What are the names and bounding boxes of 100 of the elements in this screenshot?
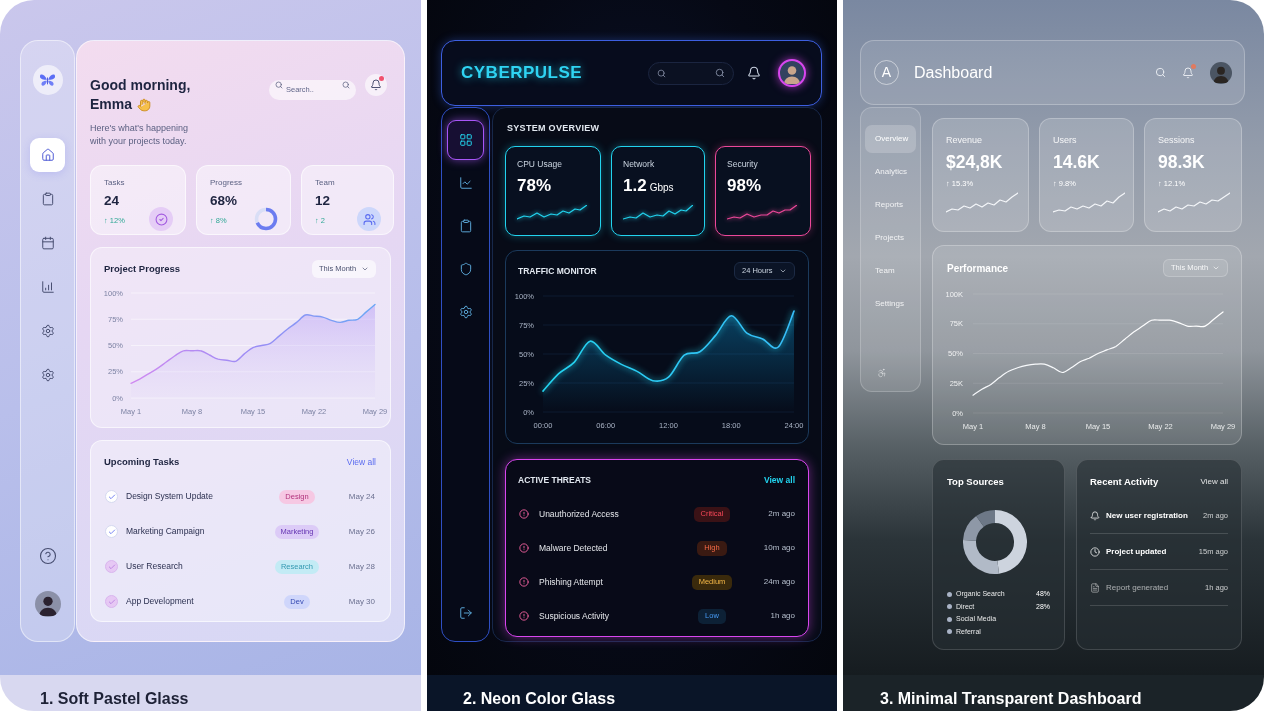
sparkline [1158,192,1230,213]
sparkline [623,205,693,220]
nav-item[interactable]: Overview [865,125,916,153]
check-icon [107,562,116,571]
subtitle: Here's what's happening with your projects today. [90,122,189,148]
greeting-title: Good morning, [90,76,192,95]
shield-icon [458,262,473,276]
activity-text: Report generated [1106,581,1170,594]
view-all-link[interactable]: View all [763,473,795,487]
card-title: Recent Activity [1090,474,1159,489]
task-date: May 26 [347,525,375,538]
stat-value: 68% [210,192,239,210]
task-name: Marketing Campaign [126,525,206,538]
checkbox[interactable] [105,490,118,503]
clipboard-icon [40,192,55,206]
accessibility-icon[interactable] [877,368,887,378]
avatar-icon[interactable] [34,591,61,617]
help-icon[interactable] [38,547,57,565]
page-title: Dashboard [914,62,993,83]
clock-icon [1090,546,1100,557]
alert-icon [519,543,529,553]
line-chart-icon [458,176,473,190]
nav-item[interactable]: Reports [865,191,916,219]
stat-label: Team [315,177,335,189]
check-icon [107,527,116,536]
alert-icon [519,611,529,621]
task-date: May 24 [347,490,375,503]
section-title: SYSTEM OVERVIEW [506,122,601,134]
settings-icon [458,305,473,319]
nav-item[interactable]: Analytics [865,158,916,186]
notification-icon[interactable] [747,66,761,80]
threat-name: Phishing Attempt [539,575,604,589]
threat-name: Suspicious Activity [539,609,610,623]
bell-icon [1182,66,1194,79]
stat-label: Users [1053,134,1078,146]
settings-icon [40,324,55,338]
sparkline [517,205,587,220]
card-title: Top Sources [947,476,1005,488]
stat-value: 12 [315,192,332,210]
threat-time: 2m ago [767,508,795,520]
nav-item[interactable]: Team [865,257,916,285]
brand-title: CYBERPULSE [461,62,583,85]
task-name: Design System Update [126,490,214,503]
stat-label: CPU Usage [517,158,563,170]
caption: 2. Neon Color Glass [463,690,616,707]
stat-label: Network [623,158,656,170]
stat-value: 14.6K [1053,151,1101,173]
butterfly-logo-icon [32,65,63,95]
nav-item[interactable]: Projects [865,224,916,252]
sparkline [1053,192,1125,213]
nav-button[interactable] [30,138,65,172]
nav-button[interactable] [447,120,484,160]
chevron-down-icon [779,267,787,275]
nav-item[interactable]: Settings [865,290,916,318]
notification-button[interactable] [365,74,387,96]
progress-ring [254,207,278,231]
task-date: May 30 [347,595,375,608]
bell-icon [1090,510,1100,521]
home-icon [40,148,55,162]
task-date: May 28 [347,560,375,573]
checkbox[interactable] [105,525,118,538]
card-title: ACTIVE THREATS [518,473,592,487]
search-icon [342,81,350,89]
check-icon [107,492,116,501]
stat-label: Progress [210,177,242,189]
view-all-link[interactable]: View all [1200,476,1228,488]
stat-value: 78% [517,176,552,196]
logout-icon[interactable] [458,606,473,620]
task-name: User Research [126,560,184,573]
stat-label: Security [727,158,759,170]
check-icon [107,597,116,606]
sparkline [946,192,1018,213]
chevron-down-icon [1212,264,1220,272]
clipboard-icon [458,219,473,233]
file-icon [1090,582,1100,593]
stat-label: Sessions [1158,134,1196,146]
caption: 3. Minimal Transparent Dashboard [880,690,1142,707]
settings-icon [40,368,55,382]
activity-text: Project updated [1106,545,1168,558]
task-name: App Development [126,595,195,608]
avatar-icon[interactable] [1210,61,1232,84]
caption: 1. Soft Pastel Glass [40,690,189,707]
checkbox[interactable] [105,560,118,573]
grid-icon [458,133,473,147]
chart-title: TRAFFIC MONITOR [518,264,597,278]
search-icon[interactable] [1155,67,1166,78]
stat-value: $24,8K [946,151,1004,173]
threat-time: 10m ago [762,542,795,554]
avatar-icon[interactable] [778,59,806,87]
search-field[interactable] [648,61,734,85]
view-all-link[interactable]: View all [346,455,376,469]
threat-time: 24m ago [762,576,795,588]
chart-title: Project Progress [104,261,181,276]
stat-label: Revenue [946,134,984,146]
hand-icon [137,97,152,112]
calendar-icon [40,236,55,250]
stat-unit: Gbps [649,181,674,195]
checkbox[interactable] [105,595,118,608]
user-name: Emma [90,95,133,114]
chevron-down-icon [361,265,369,273]
